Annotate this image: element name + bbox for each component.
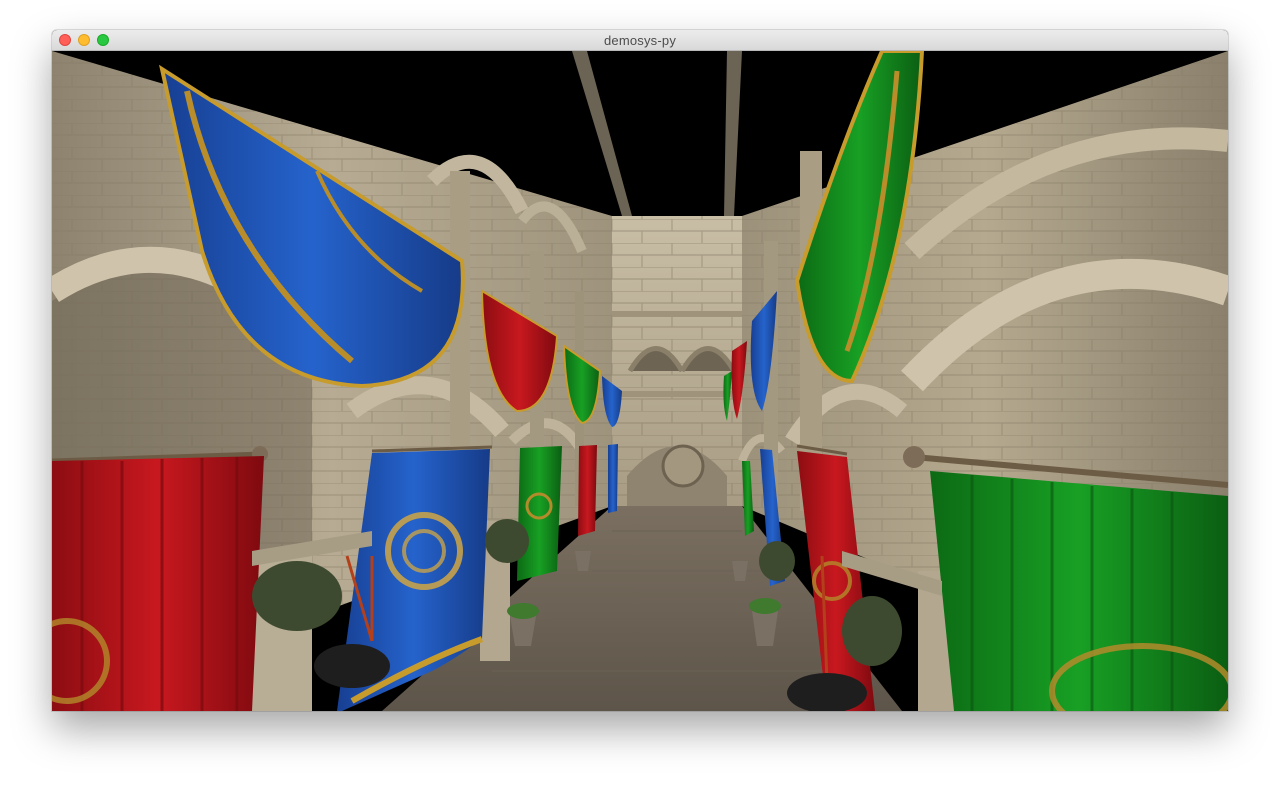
green-curtain-left xyxy=(517,446,562,581)
close-button[interactable] xyxy=(59,34,71,46)
lion-head-relief xyxy=(661,444,705,488)
minimize-button[interactable] xyxy=(78,34,90,46)
brazier-left xyxy=(314,644,390,688)
green-curtain-right xyxy=(930,471,1228,711)
plant-left xyxy=(252,561,342,631)
window-controls xyxy=(59,34,109,46)
window-title: demosys-py xyxy=(603,32,677,48)
sponza-scene xyxy=(52,51,1228,711)
title-bar[interactable]: demosys-py xyxy=(52,30,1228,51)
render-viewport[interactable] xyxy=(52,51,1228,711)
zoom-button[interactable] xyxy=(97,34,109,46)
app-window: demosys-py xyxy=(52,30,1228,711)
plant-right xyxy=(842,596,902,666)
red-curtain-left xyxy=(52,456,264,711)
